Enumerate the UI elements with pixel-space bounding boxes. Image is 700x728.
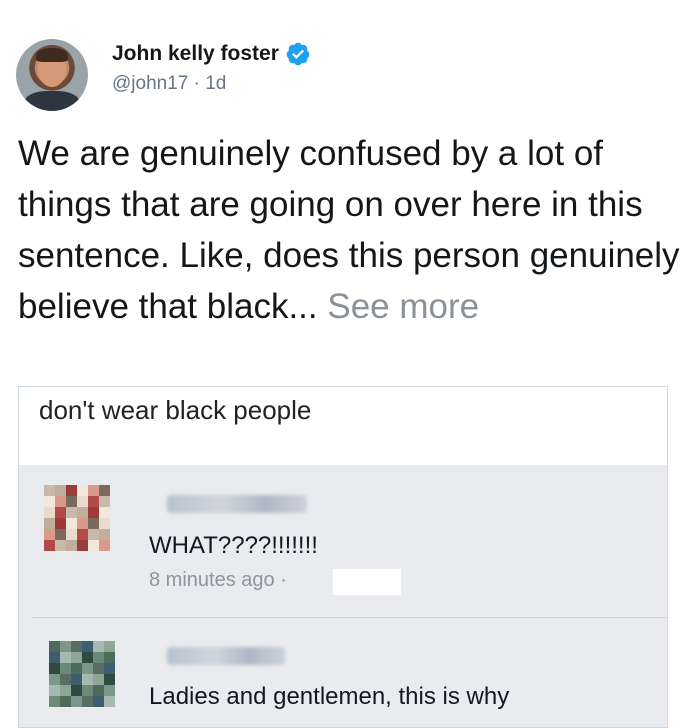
author-name-row: John kelly foster bbox=[112, 40, 311, 68]
comments-section: WHAT????!!!!!!! 8 minutes ago · Ladies a… bbox=[19, 465, 667, 727]
verified-badge-icon bbox=[286, 42, 310, 66]
commenter-name-blurred bbox=[167, 495, 307, 513]
post-caption: don't wear black people bbox=[39, 395, 312, 425]
commenter-avatar[interactable] bbox=[49, 641, 115, 707]
commenter-name-blurred bbox=[167, 647, 285, 665]
author-handle-time: @john17 · 1d bbox=[112, 73, 227, 94]
embedded-screenshot[interactable]: don't wear black people WHAT????!!!!!!! … bbox=[18, 386, 668, 728]
comment-timestamp: 8 minutes ago · bbox=[149, 569, 287, 591]
tweet-text: We are genuinely confused by a lot of th… bbox=[18, 128, 688, 332]
author-avatar[interactable] bbox=[16, 39, 88, 111]
see-more-link[interactable]: See more bbox=[327, 287, 479, 326]
commenter-avatar[interactable] bbox=[44, 485, 110, 551]
author-name[interactable]: John kelly foster bbox=[112, 42, 279, 66]
comment-text: Ladies and gentlemen, this is why bbox=[149, 683, 510, 710]
redacted-block bbox=[333, 569, 401, 595]
comment-divider bbox=[31, 617, 667, 618]
comment-text: WHAT????!!!!!!! bbox=[149, 532, 318, 559]
